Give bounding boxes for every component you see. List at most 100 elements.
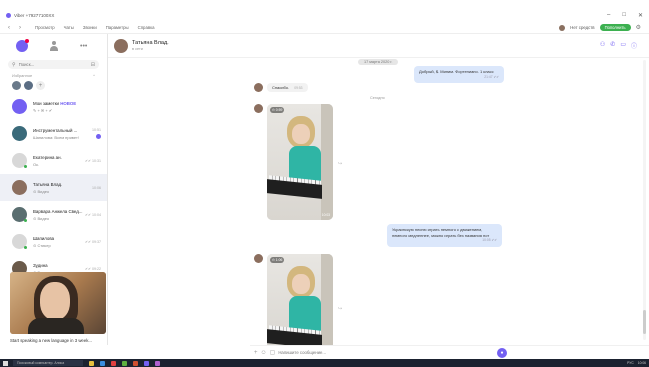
phone-icon[interactable]: ✆ — [610, 41, 615, 50]
favorites-label: Избранное — [12, 73, 33, 78]
more-icon[interactable]: ••• — [80, 43, 87, 50]
promo-video[interactable] — [10, 272, 106, 334]
app-icon[interactable] — [155, 360, 160, 366]
chat-item-varvara[interactable]: Варвара Анжела Свед... ⊙ Видео ✔✔ 10:04 — [0, 201, 107, 228]
unread-badge — [96, 134, 101, 139]
maximize-button[interactable]: □ — [622, 12, 626, 19]
minimize-button[interactable]: – — [607, 12, 610, 19]
chat-item-shapilova[interactable]: Шапилова ⊙ Стикер ✔✔ 09:37 — [0, 228, 107, 255]
chat-item-instrumental[interactable]: Инструментальный ... Шапилова: Всем прив… — [0, 120, 107, 147]
chat-item-my-notes[interactable]: Мои заметки НОВОЕ ✎ + ✉ + ✔ — [0, 93, 107, 120]
forward-icon[interactable]: ↪ — [338, 306, 342, 312]
back-arrow-icon[interactable]: ‹ — [8, 25, 10, 31]
menu-view[interactable]: Просмотр — [35, 25, 55, 30]
chat-name: Мои заметки — [33, 100, 59, 106]
menu-help[interactable]: Справка — [138, 25, 155, 30]
message-text: Спасибо. — [272, 85, 290, 90]
sidebar-tabs: ••• — [0, 34, 107, 58]
tray-language[interactable]: РУС — [627, 361, 634, 365]
forward-arrow-icon[interactable]: › — [19, 25, 21, 31]
chat-time: ✔✔ 09:37 — [84, 239, 101, 244]
plus-icon[interactable]: + — [254, 350, 258, 356]
incoming-video-row — [254, 254, 267, 263]
chat-time: 10:51 — [92, 128, 101, 132]
message-time: 10:05 ✔✔ — [482, 238, 497, 242]
chat-item-tatiana[interactable]: Татьяна Влад. ⊙ Видео 10:06 — [0, 174, 107, 201]
taskbar-apps — [89, 360, 160, 366]
emoji-icon[interactable]: ☺ — [261, 350, 267, 356]
chat-scrollbar[interactable] — [643, 60, 646, 340]
contact-avatar[interactable] — [114, 38, 128, 53]
sender-avatar — [254, 254, 263, 263]
favorites-header: Избранное ^ — [0, 71, 107, 80]
promo-caption[interactable]: Start speaking a new language in 3 week.… — [10, 338, 110, 343]
window-controls: – □ ✕ — [607, 12, 643, 19]
chat-preview: ⊙ Видео — [33, 215, 50, 221]
chat-item-ekaterina[interactable]: Екатерина ан. Ок. ✔✔ 10:31 — [0, 147, 107, 174]
message-input[interactable] — [278, 350, 459, 355]
video-call-icon[interactable]: ▭ — [620, 41, 626, 50]
menu-bar: ‹ › Просмотр Чаты Звонки Параметры Справ… — [0, 22, 649, 34]
sticker-icon[interactable]: ▢ — [270, 349, 276, 356]
outgoing-message[interactable]: Добрый, $. Миним. Фортепиано. 1 класс 21… — [414, 66, 504, 83]
online-indicator — [24, 219, 27, 222]
new-badge: НОВОЕ — [60, 100, 77, 106]
search-input[interactable] — [18, 62, 89, 67]
account-avatar[interactable] — [559, 24, 566, 31]
incoming-message[interactable]: Спасибо. 09:53 — [267, 83, 308, 92]
favorite-avatar[interactable] — [24, 81, 33, 90]
message-text: Украинскую песню играть немного с движен… — [392, 227, 490, 238]
favorite-avatar[interactable] — [12, 81, 21, 90]
history-nav: ‹ › — [8, 25, 21, 31]
chrome-icon[interactable] — [122, 360, 127, 366]
taskbar-search[interactable]: Поисковый компьютер. Алиса — [13, 360, 83, 366]
gear-icon[interactable]: ⚙ — [636, 24, 641, 31]
menu-settings[interactable]: Параметры — [106, 25, 129, 30]
incoming-video-row — [254, 104, 267, 113]
video-time: 10:03 — [321, 213, 330, 217]
chat-header: Татьяна Влад. в сети ⚇ ✆ ▭ ⓘ — [108, 34, 649, 58]
office-icon[interactable] — [133, 360, 138, 366]
search-icon: ⚲ — [12, 61, 16, 68]
add-favorite-button[interactable]: + — [36, 81, 45, 90]
add-participant-icon[interactable]: ⚇ — [600, 41, 605, 50]
chat-name: Варвара Анжела Свед... — [33, 208, 83, 214]
filter-icon[interactable]: ⊟ — [91, 62, 95, 68]
chevron-up-icon[interactable]: ^ — [93, 73, 95, 78]
chat-name: Зудина — [33, 262, 48, 268]
forward-icon[interactable]: ↪ — [338, 161, 342, 167]
opera-icon[interactable] — [111, 360, 116, 366]
close-button[interactable]: ✕ — [638, 12, 643, 19]
microphone-icon[interactable]: ● — [497, 347, 507, 358]
top-up-button[interactable]: Пополнить — [599, 24, 631, 31]
tray-clock[interactable]: 10:06 — [638, 361, 646, 365]
edge-icon[interactable] — [100, 360, 105, 366]
incoming-message-row: Спасибо. 09:53 — [254, 83, 308, 92]
date-pill: 17 марта 2020 г. — [358, 59, 399, 65]
viber-taskbar-icon[interactable] — [144, 360, 149, 366]
chat-name: Татьяна Влад. — [33, 181, 63, 187]
explorer-icon[interactable] — [89, 360, 94, 366]
chat-actions: ⚇ ✆ ▭ ⓘ — [600, 41, 643, 50]
title-bar: Viber +79277100XX – □ ✕ — [0, 10, 649, 20]
menu-calls[interactable]: Звонки — [83, 25, 97, 30]
window-title: Viber +79277100XX — [14, 12, 55, 18]
video-duration: ⊙ 1:06 — [270, 257, 285, 263]
avatar — [12, 126, 27, 141]
outgoing-message[interactable]: Украинскую песню играть немного с движен… — [387, 224, 502, 247]
video-message[interactable]: ⊙ 1:06 — [267, 254, 333, 345]
chat-name: Шапилова — [33, 235, 55, 241]
message-area: 17 марта 2020 г. Добрый, $. Миним. Форте… — [108, 58, 649, 345]
avatar — [12, 99, 27, 114]
scrollbar-thumb[interactable] — [643, 310, 646, 334]
info-icon[interactable]: ⓘ — [631, 41, 637, 50]
promo-person-shirt — [28, 318, 84, 334]
online-indicator — [24, 165, 27, 168]
video-message[interactable]: ⊙ 0:59 10:03 — [267, 104, 333, 220]
menu-chats[interactable]: Чаты — [64, 25, 74, 30]
windows-start-icon[interactable] — [3, 360, 8, 366]
chat-preview: ✎ + ✉ + ✔ — [33, 107, 53, 113]
chats-tab-icon[interactable] — [16, 39, 29, 52]
contacts-tab-icon[interactable] — [50, 41, 58, 51]
contact-name[interactable]: Татьяна Влад. — [132, 40, 169, 46]
